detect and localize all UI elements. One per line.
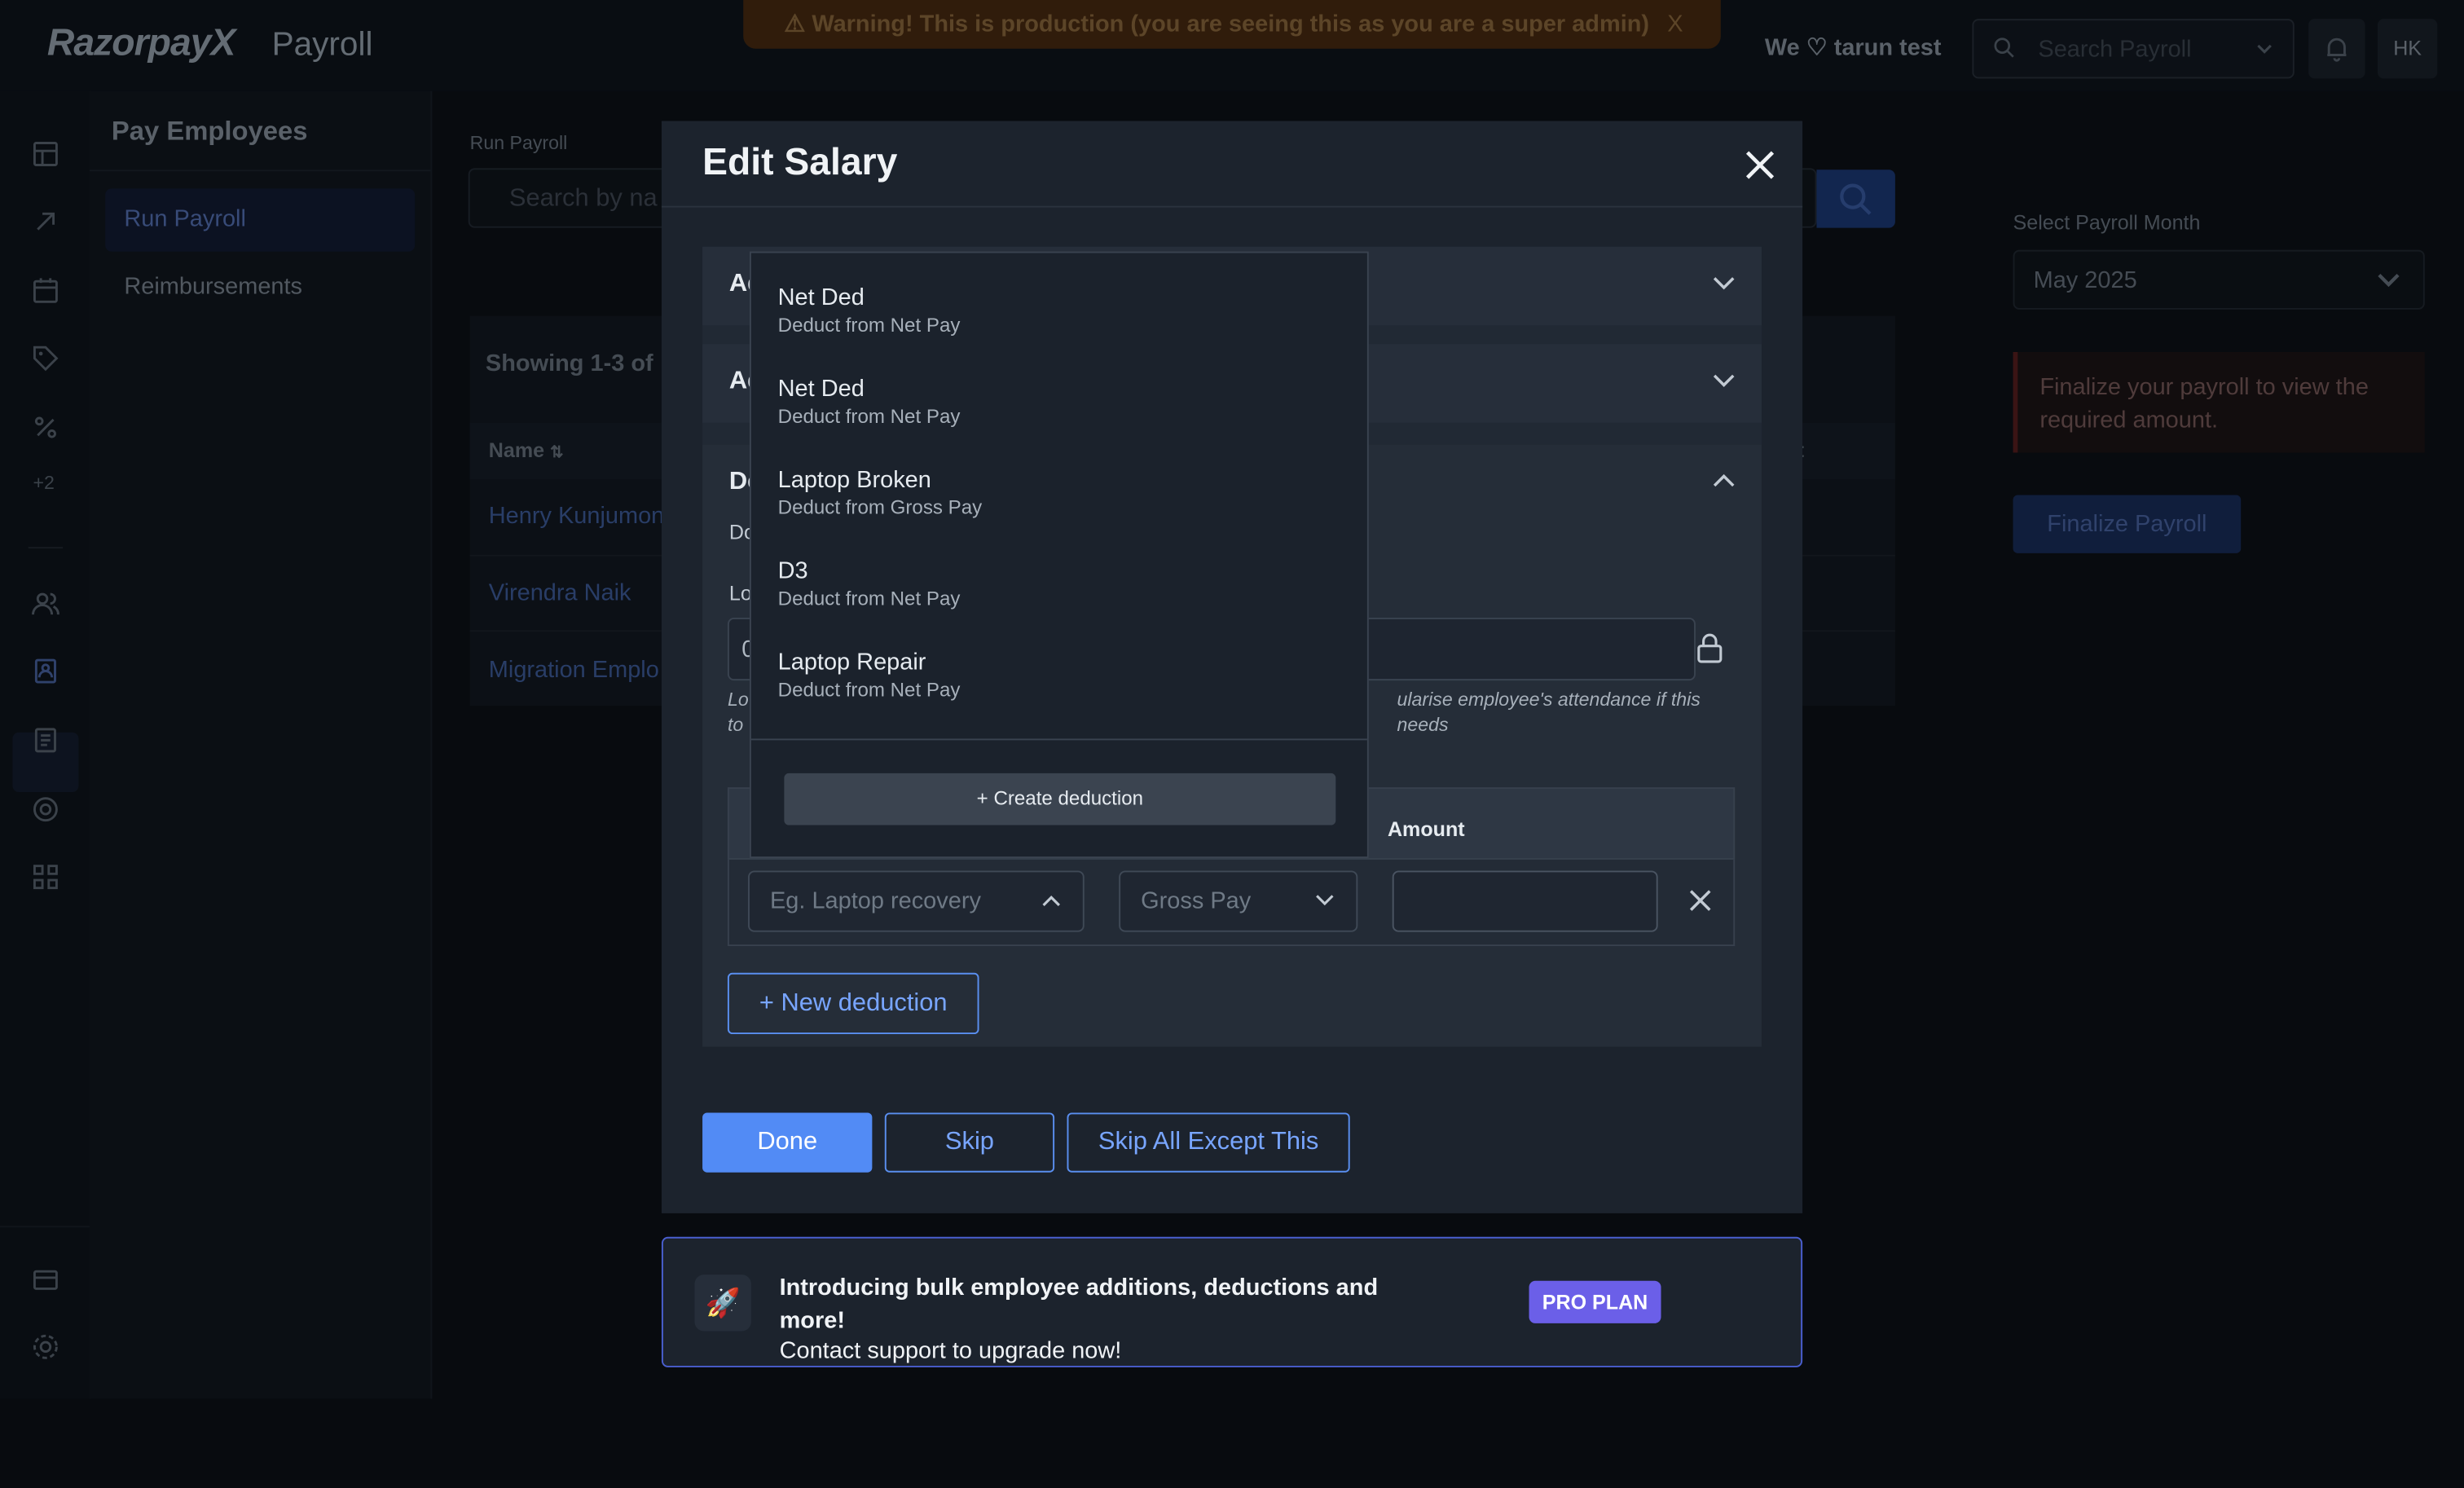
plus-icon: +	[976, 787, 988, 810]
close-icon[interactable]	[1741, 146, 1779, 183]
chevron-down-icon	[1713, 277, 1735, 290]
remove-row-icon[interactable]	[1687, 888, 1713, 913]
deduction-options-dropdown: Net Ded Deduct from Net Pay Net Ded Dedu…	[749, 251, 1369, 859]
deduction-type-select[interactable]: Gross Pay	[1119, 870, 1358, 932]
dropdown-option[interactable]: D3 Deduct from Net Pay	[778, 558, 961, 610]
helper-start: Lo	[727, 688, 749, 711]
lock-icon[interactable]	[1696, 633, 1724, 665]
chevron-up-icon[interactable]	[1711, 472, 1736, 491]
modal-title: Edit Salary	[702, 141, 898, 184]
dropdown-divider	[750, 738, 1367, 741]
dropdown-option[interactable]: Net Ded Deduct from Net Pay	[778, 376, 961, 428]
promo-subtext: Contact support to upgrade now!	[779, 1337, 1122, 1365]
option-subtitle: Deduct from Net Pay	[777, 314, 961, 337]
option-subtitle: Deduct from Net Pay	[777, 405, 961, 428]
deduction-name-select[interactable]: Eg. Laptop recovery	[748, 870, 1085, 932]
option-name: Laptop Repair	[777, 649, 926, 676]
option-name: Net Ded	[777, 375, 865, 403]
option-name: Net Ded	[777, 284, 865, 311]
chevron-up-icon	[1042, 896, 1060, 906]
promo-headline: Introducing bulk employee additions, ded…	[779, 1274, 1379, 1335]
create-deduction-button[interactable]: + Create deduction	[784, 773, 1336, 825]
pro-plan-badge: PRO PLAN	[1529, 1280, 1661, 1323]
create-deduction-label: Create deduction	[993, 787, 1144, 810]
dropdown-option[interactable]: Laptop Broken Deduct from Gross Pay	[778, 467, 983, 519]
new-deduction-button[interactable]: + New deduction	[727, 972, 979, 1035]
helper-end: ularise employee's attendance if this ne…	[1397, 688, 1701, 736]
deduction-name-placeholder: Eg. Laptop recovery	[770, 887, 981, 915]
helper-line2: to	[727, 713, 744, 736]
deduction-row: Eg. Laptop recovery Gross Pay	[727, 859, 1736, 947]
option-name: Laptop Broken	[777, 466, 931, 494]
done-button[interactable]: Done	[702, 1112, 873, 1173]
option-name: D3	[777, 557, 808, 585]
option-subtitle: Deduct from Net Pay	[777, 588, 961, 610]
lop-label: Lo	[728, 581, 752, 605]
amount-column-header: Amount	[1387, 817, 1465, 841]
dropdown-option[interactable]: Net Ded Deduct from Net Pay	[778, 284, 961, 337]
modal-header: Edit Salary	[661, 121, 1803, 208]
pro-plan-promo-banner: 🚀 Introducing bulk employee additions, d…	[661, 1236, 1803, 1367]
chevron-down-icon	[1713, 374, 1735, 387]
option-subtitle: Deduct from Net Pay	[777, 679, 961, 702]
deduction-type-value: Gross Pay	[1141, 887, 1252, 915]
chevron-down-icon	[1316, 895, 1334, 906]
dropdown-option[interactable]: Laptop Repair Deduct from Net Pay	[778, 649, 961, 702]
rocket-icon: 🚀	[694, 1274, 751, 1332]
skip-all-except-this-button[interactable]: Skip All Except This	[1067, 1112, 1350, 1173]
option-subtitle: Deduct from Gross Pay	[777, 496, 983, 519]
deduction-amount-input[interactable]	[1392, 870, 1658, 932]
skip-button[interactable]: Skip	[884, 1112, 1055, 1173]
